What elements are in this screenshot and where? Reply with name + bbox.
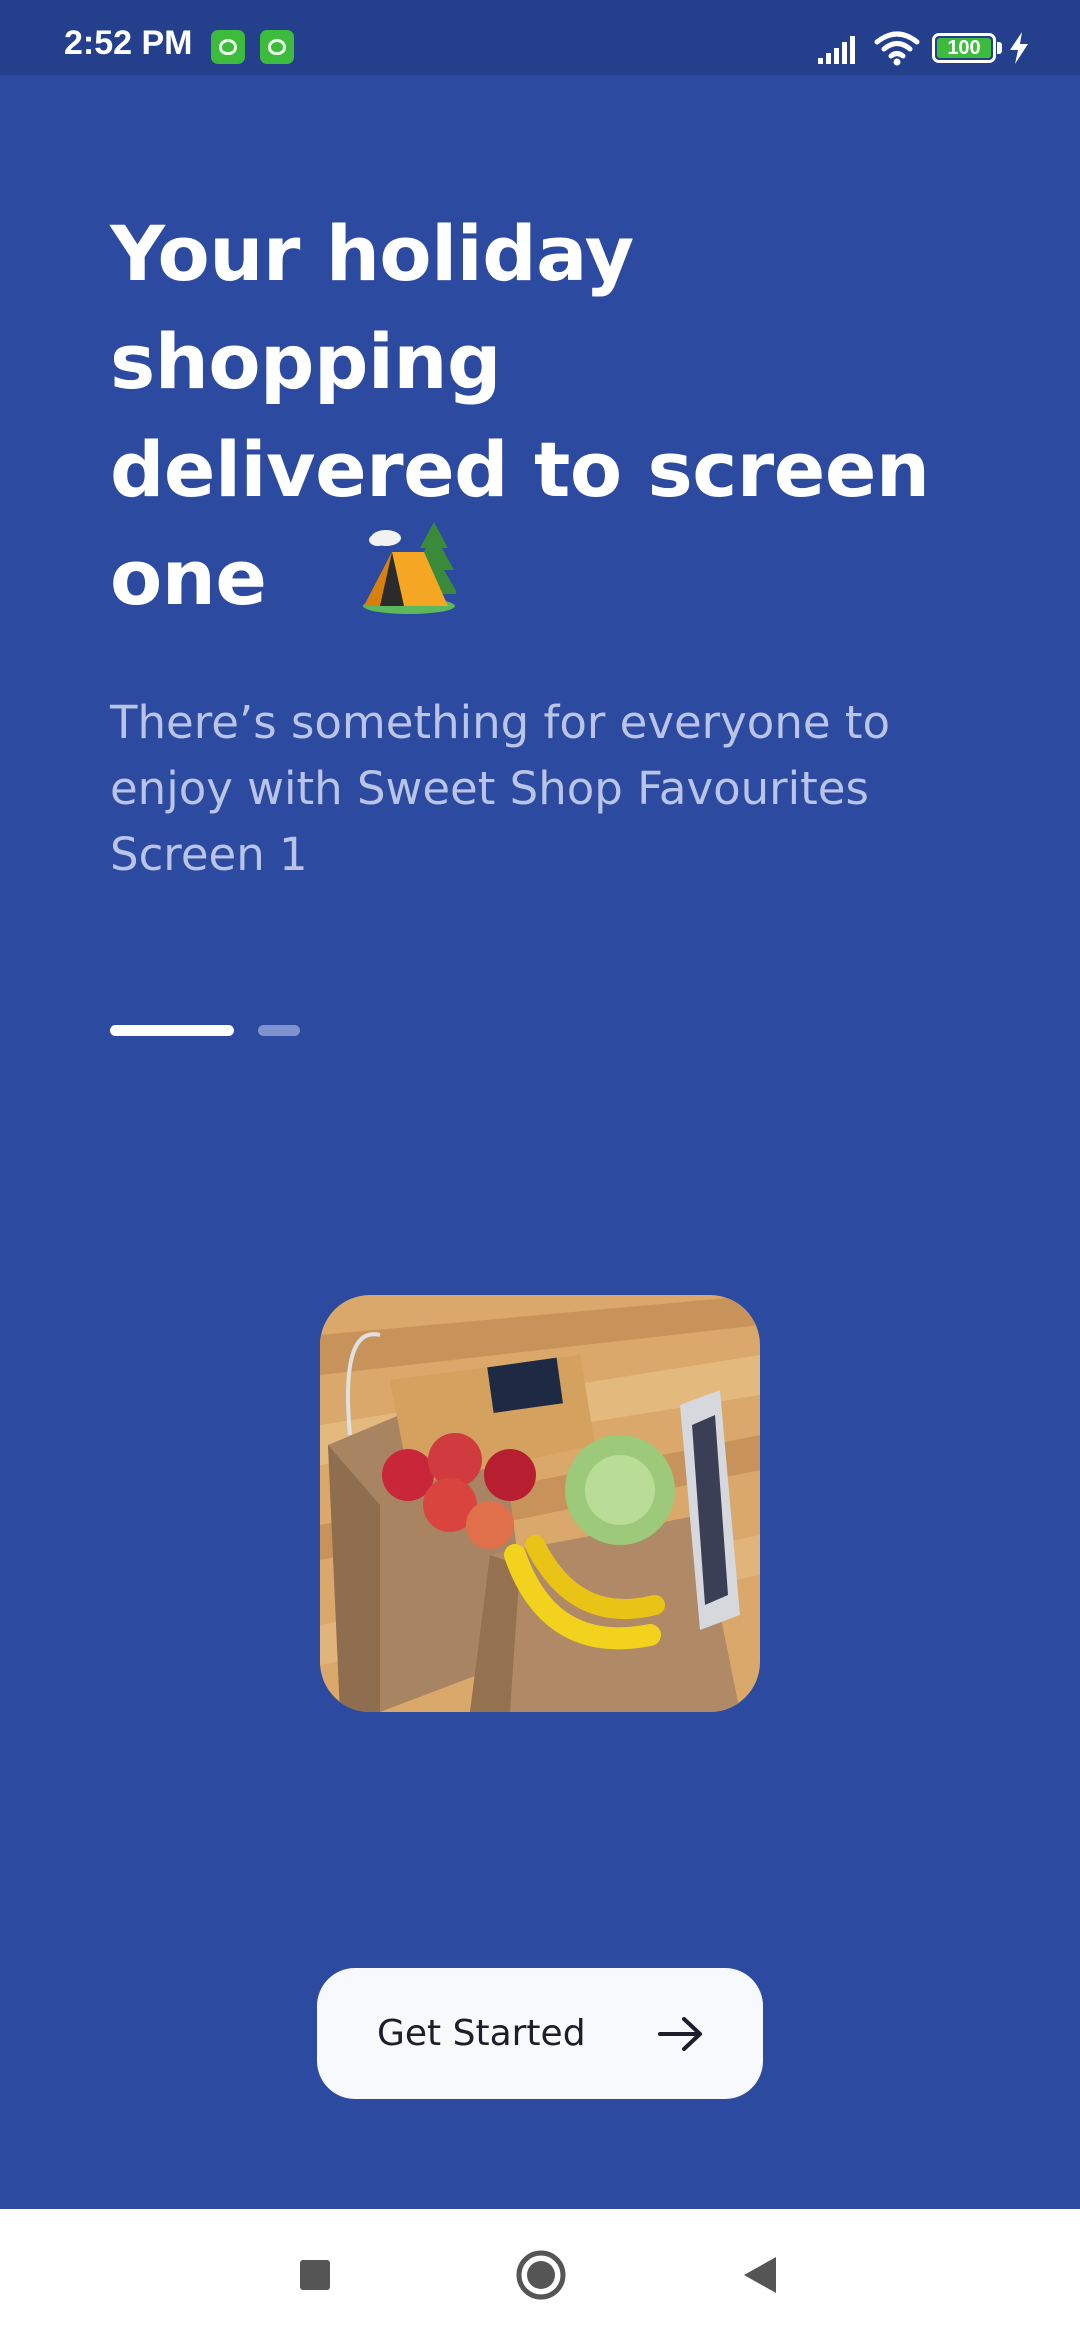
wifi-icon <box>874 31 920 66</box>
signal-icon <box>818 36 855 64</box>
headline-line: shopping <box>110 317 501 406</box>
subtitle-line: enjoy with Sweet Shop Favourites <box>110 762 869 815</box>
pager-indicator-active <box>110 1025 234 1036</box>
onboarding-screen: 2:52 PM 100 Your holiday shopping delive… <box>0 0 1080 2340</box>
charging-icon <box>1010 32 1028 64</box>
get-started-label: Get Started <box>377 2013 586 2054</box>
app-notification-icon <box>211 30 245 64</box>
app-notification-icon <box>260 30 294 64</box>
headline-line: one <box>110 533 267 622</box>
recent-apps-icon[interactable] <box>300 2260 330 2290</box>
arrow-right-icon <box>658 2017 702 2051</box>
status-bar: 2:52 PM 100 <box>0 0 1080 75</box>
grocery-bags-photo <box>320 1295 760 1712</box>
camping-tent-emoji <box>363 522 456 614</box>
onboarding-headline: Your holiday shopping delivered to scree… <box>110 200 930 632</box>
get-started-button[interactable]: Get Started <box>317 1968 763 2099</box>
headline-line: delivered to screen <box>110 425 930 514</box>
battery-level: 100 <box>947 37 981 59</box>
battery-icon: 100 <box>932 33 996 63</box>
back-icon[interactable] <box>742 2255 778 2295</box>
onboarding-subtitle: There’s something for everyone to enjoy … <box>110 690 930 888</box>
status-time: 2:52 PM <box>64 24 193 62</box>
subtitle-line: There’s something for everyone to <box>110 696 891 749</box>
system-nav-bar <box>0 2209 1080 2340</box>
pager-indicator-inactive[interactable] <box>258 1025 300 1036</box>
headline-line: Your holiday <box>110 209 634 298</box>
battery-nub <box>997 42 1002 54</box>
subtitle-line: Screen 1 <box>110 828 308 881</box>
home-icon[interactable] <box>515 2249 567 2301</box>
